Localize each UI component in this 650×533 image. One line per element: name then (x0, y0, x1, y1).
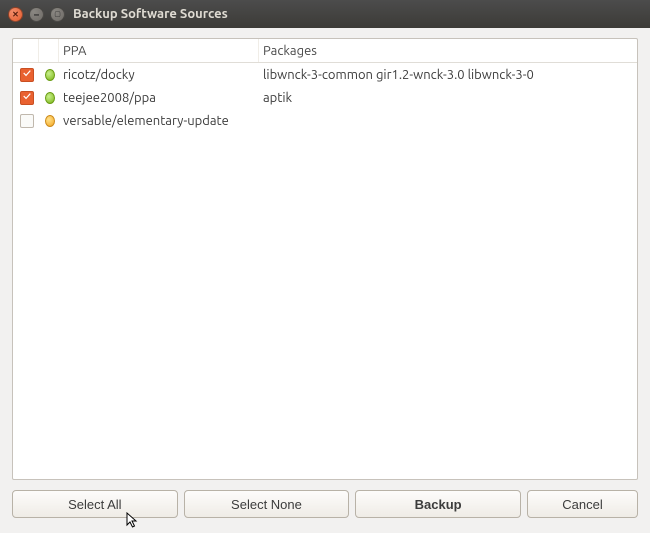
button-bar: Select All Select None Backup Cancel (12, 490, 638, 518)
list-header: PPA Packages (13, 39, 637, 63)
titlebar: Backup Software Sources (0, 0, 650, 28)
ppa-name: ricotz/docky (59, 68, 259, 82)
checkbox[interactable] (20, 114, 34, 128)
col-packages[interactable]: Packages (259, 39, 637, 62)
backup-button[interactable]: Backup (355, 490, 521, 518)
ppa-list: PPA Packages ricotz/docky libwnck-3-comm… (12, 38, 638, 480)
close-icon[interactable] (8, 7, 23, 22)
ppa-name: teejee2008/ppa (59, 91, 259, 105)
maximize-icon[interactable] (50, 7, 65, 22)
minimize-icon[interactable] (29, 7, 44, 22)
col-ppa[interactable]: PPA (59, 39, 259, 62)
status-dot-icon (45, 115, 55, 127)
checkbox[interactable] (20, 91, 34, 105)
checkbox[interactable] (20, 68, 34, 82)
cancel-button[interactable]: Cancel (527, 490, 638, 518)
window-controls (8, 7, 65, 22)
col-checkbox[interactable] (13, 39, 39, 62)
ppa-name: versable/elementary-update (59, 114, 259, 128)
status-dot-icon (45, 92, 55, 104)
table-row[interactable]: teejee2008/ppa aptik (13, 86, 637, 109)
table-row[interactable]: versable/elementary-update (13, 109, 637, 132)
select-all-button[interactable]: Select All (12, 490, 178, 518)
table-row[interactable]: ricotz/docky libwnck-3-common gir1.2-wnc… (13, 63, 637, 86)
content-area: PPA Packages ricotz/docky libwnck-3-comm… (0, 28, 650, 530)
status-dot-icon (45, 69, 55, 81)
packages-cell: aptik (259, 91, 637, 105)
window-title: Backup Software Sources (73, 7, 228, 21)
col-status[interactable] (39, 39, 59, 62)
select-none-button[interactable]: Select None (184, 490, 350, 518)
packages-cell: libwnck-3-common gir1.2-wnck-3.0 libwnck… (259, 68, 637, 82)
